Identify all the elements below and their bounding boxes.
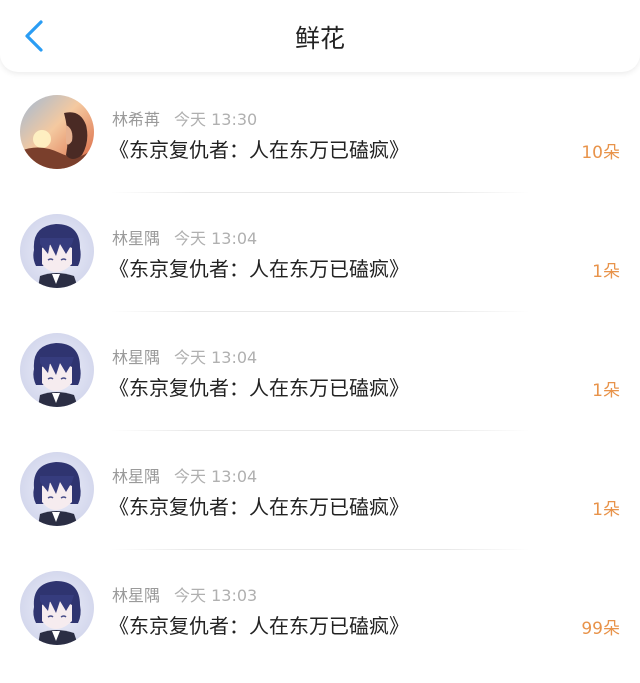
timestamp: 今天 13:04 xyxy=(174,467,258,486)
list-item[interactable]: 林希苒 今天 13:30 《东京复仇者：人在东万已磕疯》 10朵 xyxy=(0,88,640,207)
list-item[interactable]: 林星隅 今天 13:04 《东京复仇者：人在东万已磕疯》 1朵 xyxy=(0,445,640,564)
book-title[interactable]: 《东京复仇者：人在东万已磕疯》 xyxy=(109,253,409,282)
divider xyxy=(110,192,530,193)
avatar[interactable] xyxy=(20,571,94,645)
divider xyxy=(110,430,530,431)
list-item[interactable]: 林星隅 今天 13:04 《东京复仇者：人在东万已磕疯》 1朵 xyxy=(0,326,640,445)
timestamp: 今天 13:04 xyxy=(174,348,258,367)
flower-count: 99朵 xyxy=(581,619,620,639)
flower-count: 1朵 xyxy=(592,381,620,401)
avatar[interactable] xyxy=(20,214,94,288)
username: 林星隅 xyxy=(112,467,161,486)
book-title[interactable]: 《东京复仇者：人在东万已磕疯》 xyxy=(109,491,409,520)
page-title: 鲜花 xyxy=(294,24,345,53)
avatar-sunset-icon xyxy=(20,95,94,169)
timestamp: 今天 13:04 xyxy=(174,229,258,248)
avatar[interactable] xyxy=(20,452,94,526)
flower-count: 10朵 xyxy=(581,143,620,163)
divider xyxy=(110,549,530,550)
book-title[interactable]: 《东京复仇者：人在东万已磕疯》 xyxy=(109,134,409,163)
divider xyxy=(110,311,530,312)
username: 林星隅 xyxy=(112,229,161,248)
list-item[interactable]: 林星隅 今天 13:03 《东京复仇者：人在东万已磕疯》 99朵 xyxy=(0,564,640,683)
record-meta: 林星隅 今天 13:03 xyxy=(112,582,257,606)
list-item[interactable]: 林星隅 今天 13:04 《东京复仇者：人在东万已磕疯》 1朵 xyxy=(0,207,640,326)
record-meta: 林星隅 今天 13:04 xyxy=(112,344,257,368)
flower-count: 1朵 xyxy=(592,500,620,520)
record-meta: 林星隅 今天 13:04 xyxy=(112,463,257,487)
avatar-anime-boy-icon xyxy=(20,214,94,288)
username: 林希苒 xyxy=(112,110,161,129)
avatar[interactable] xyxy=(20,333,94,407)
flower-record-list: 林希苒 今天 13:30 《东京复仇者：人在东万已磕疯》 10朵 林星隅 今天 13… xyxy=(0,88,640,683)
book-title[interactable]: 《东京复仇者：人在东万已磕疯》 xyxy=(109,372,409,401)
avatar-anime-boy-icon xyxy=(20,333,94,407)
avatar[interactable] xyxy=(20,95,94,169)
timestamp: 今天 13:30 xyxy=(174,110,258,129)
book-title[interactable]: 《东京复仇者：人在东万已磕疯》 xyxy=(109,610,409,639)
record-meta: 林希苒 今天 13:30 xyxy=(112,106,257,130)
flower-count: 1朵 xyxy=(592,262,620,282)
username: 林星隅 xyxy=(112,348,161,367)
avatar-anime-boy-icon xyxy=(20,571,94,645)
record-meta: 林星隅 今天 13:04 xyxy=(112,225,257,249)
avatar-anime-boy-icon xyxy=(20,452,94,526)
top-bar: 鲜花 xyxy=(0,0,640,72)
username: 林星隅 xyxy=(112,586,161,605)
timestamp: 今天 13:03 xyxy=(174,586,258,605)
